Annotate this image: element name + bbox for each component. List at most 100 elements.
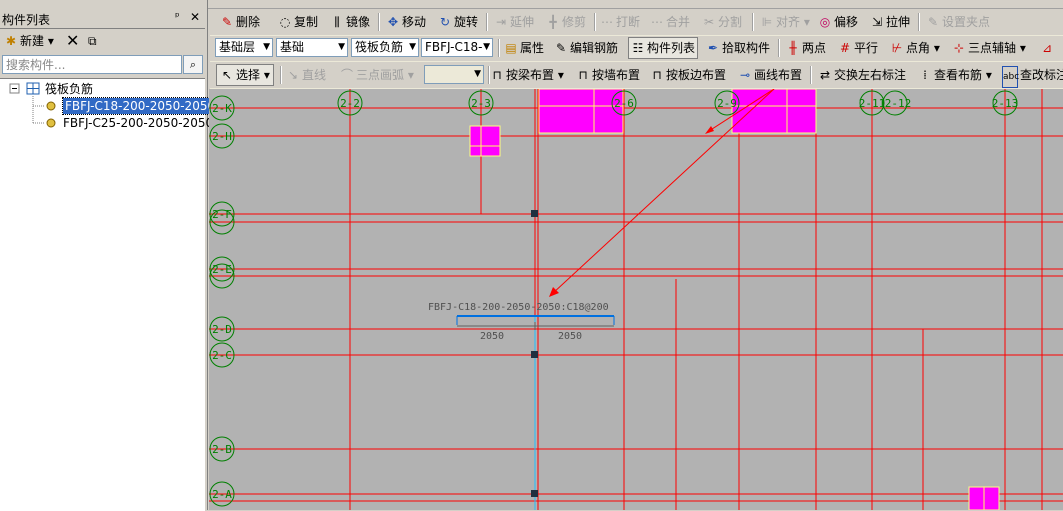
component-tree: 筏板负筋 FBFJ-C18-200-2050-2050 FBFJ-C25-200… xyxy=(0,78,219,511)
category-select[interactable]: 筏板负筋 ▼ xyxy=(351,38,419,57)
arc-option-select[interactable]: ▼ xyxy=(424,65,484,84)
parallel-icon: # xyxy=(839,41,851,55)
break-button[interactable]: ⋯ 打断 xyxy=(600,12,640,32)
two-points-button[interactable]: ╫ 两点 xyxy=(786,38,826,58)
column xyxy=(538,89,624,134)
pick-component-button[interactable]: ✒ 拾取构件 xyxy=(706,38,770,58)
move-icon: ✥ xyxy=(387,15,399,29)
columns xyxy=(469,89,1000,510)
axis-label-left: 2-H xyxy=(212,130,232,143)
axis-label-left: 2-F xyxy=(212,208,232,221)
slab-edge-icon: ⊓ xyxy=(652,68,662,82)
view-layout-icon: ⁞ xyxy=(923,68,927,82)
rebar-label: FBFJ-C18-200-2050-2050:C18@200 xyxy=(428,302,609,313)
component-select[interactable]: FBFJ-C18- ▼ xyxy=(421,38,493,57)
copy-icon: ◌ xyxy=(279,15,291,29)
line-layout-icon: ⊸ xyxy=(739,68,751,82)
component-list-panel: 构件列表 ᵖ ✕ ✱ 新建 ▾ ✕ ⧉ 搜索构件... ⌕ 筏板负筋 FBFJ-C… xyxy=(0,0,219,511)
properties-icon: ▤ xyxy=(505,41,517,55)
search-input[interactable]: 搜索构件... xyxy=(2,55,182,74)
stretch-button[interactable]: ⇲ 拉伸 xyxy=(870,12,910,32)
chevron-down-icon: ▼ xyxy=(474,69,481,79)
axis-label-left: 2-D xyxy=(212,323,232,336)
axis-label-top: 2-2 xyxy=(340,97,360,110)
grip-point xyxy=(531,351,538,358)
pin-icon[interactable]: ᵖ xyxy=(175,10,180,23)
move-button[interactable]: ✥ 移动 xyxy=(386,12,426,32)
trim-icon: ╋ xyxy=(549,15,557,29)
component-list-button[interactable]: ☷ 构件列表 xyxy=(628,37,699,59)
align-icon: ⊫ xyxy=(761,15,773,29)
axis-label-top: 2-12 xyxy=(885,97,912,110)
arc-button[interactable]: ⌒ 三点画弧 ▾ xyxy=(340,65,414,85)
chevron-down-icon: ▼ xyxy=(263,42,270,52)
rotate-button[interactable]: ↻ 旋转 xyxy=(438,12,478,32)
offset-icon: ◎ xyxy=(819,15,831,29)
more-axis-icon[interactable]: ⊿ xyxy=(1040,38,1056,58)
copy-icon[interactable]: ⧉ xyxy=(88,31,97,51)
delete-icon[interactable]: ✕ xyxy=(66,31,79,51)
axis-label-left: 2-C xyxy=(212,349,232,362)
change-label-button[interactable]: abc查改标注 xyxy=(1002,65,1063,88)
beam-layout-icon: ⊓ xyxy=(492,68,502,82)
new-button[interactable]: ✱ 新建 ▾ xyxy=(4,31,54,51)
swap-labels-button[interactable]: ⇄ 交换左右标注 xyxy=(818,65,906,85)
split-icon: ✂ xyxy=(703,15,715,29)
draw-toolbar: ↖ 选择 ▾ ↘ 直线 ⌒ 三点画弧 ▾ ▼ ⊓ 按梁布置 ▾ ⊓ 按墙布置 ⊓ 按板边布置… xyxy=(210,63,1063,89)
list-icon: ☷ xyxy=(632,41,644,55)
slab-edge-layout-button[interactable]: ⊓ 按板边布置 xyxy=(650,65,726,85)
align-button[interactable]: ⊫ 对齐 ▾ xyxy=(760,12,810,32)
three-point-axis-button[interactable]: ⊹ 三点辅轴 ▾ xyxy=(952,38,1026,58)
chevron-down-icon: ▼ xyxy=(483,42,490,52)
search-icon[interactable]: ⌕ xyxy=(183,55,203,74)
wall-layout-button[interactable]: ⊓ 按墙布置 xyxy=(576,65,640,85)
rebar-element: FBFJ-C18-200-2050-2050:C18@200 2050 2050 xyxy=(428,302,615,342)
dimension-right: 2050 xyxy=(558,331,582,342)
drawing-svg: 2-2 2-3 2-6 2-9 2-11 2-12 2-13 2-K 2-H 2… xyxy=(209,89,1063,510)
mirror-button[interactable]: ⫼ 镜像 xyxy=(330,12,370,32)
delete-button[interactable]: ✎ 删除 xyxy=(220,12,260,32)
two-points-icon: ╫ xyxy=(789,41,797,55)
abc-icon: abc xyxy=(1002,66,1019,88)
axis-bubbles xyxy=(209,90,1018,507)
axis-label-left: 2-B xyxy=(212,443,232,456)
axis-label-left: 2-A xyxy=(212,488,232,501)
type-select[interactable]: 基础 ▼ xyxy=(276,38,348,57)
parallel-button[interactable]: # 平行 xyxy=(838,38,878,58)
line-layout-button[interactable]: ⊸ 画线布置 xyxy=(738,65,802,85)
trim-button[interactable]: ╋ 修剪 xyxy=(546,12,586,32)
view-layout-button[interactable]: ⁞ 查看布筋 ▾ xyxy=(918,65,992,85)
select-button[interactable]: ↖ 选择 ▾ xyxy=(216,64,274,86)
set-grip-button[interactable]: ✎ 设置夹点 xyxy=(926,12,990,32)
stretch-icon: ⇲ xyxy=(871,15,883,29)
drawing-canvas[interactable]: 2-2 2-3 2-6 2-9 2-11 2-12 2-13 2-K 2-H 2… xyxy=(209,89,1063,510)
edit-rebar-icon: ✎ xyxy=(555,41,567,55)
merge-button[interactable]: ⋯ 合并 xyxy=(650,12,690,32)
tree-item-fbfj-c18[interactable]: FBFJ-C18-200-2050-2050 xyxy=(61,97,219,115)
axis-label-left: 2-E xyxy=(212,263,232,276)
axis-label-left: 2-K xyxy=(212,102,232,115)
grip-point xyxy=(531,210,538,217)
axis-label-top: 2-11 xyxy=(859,97,886,110)
close-icon[interactable]: ✕ xyxy=(190,10,200,24)
edit-rebar-button[interactable]: ✎ 编辑钢筋 xyxy=(554,38,618,58)
line-button[interactable]: ↘ 直线 xyxy=(286,65,326,85)
axis-label-top: 2-6 xyxy=(614,97,634,110)
copy-button[interactable]: ◌ 复制 xyxy=(278,12,318,32)
eraser-icon: ✎ xyxy=(221,15,233,29)
offset-button[interactable]: ◎ 偏移 xyxy=(818,12,858,32)
beam-layout-button[interactable]: ⊓ 按梁布置 ▾ xyxy=(490,65,564,85)
component-toolbar: 基础层 ▼ 基础 ▼ 筏板负筋 ▼ FBFJ-C18- ▼ ▤ 属性 ✎ 编辑钢筋 ☷ 构件列… xyxy=(210,36,1063,62)
tree-item-fbfj-c25[interactable]: FBFJ-C25-200-2050-2050 xyxy=(63,115,213,131)
line-icon: ↘ xyxy=(287,68,299,82)
split-button[interactable]: ✂ 分割 xyxy=(702,12,742,32)
floor-select[interactable]: 基础层 ▼ xyxy=(215,38,273,57)
chevron-down-icon: ▼ xyxy=(338,42,345,52)
mirror-icon: ⫼ xyxy=(334,15,340,29)
arc-icon: ⌒ xyxy=(340,68,353,82)
tree-root-item[interactable]: 筏板负筋 xyxy=(45,81,93,97)
point-angle-button[interactable]: ⊬ 点角 ▾ xyxy=(890,38,940,58)
merge-icon: ⋯ xyxy=(651,15,663,29)
extend-button[interactable]: ⇥ 延伸 xyxy=(494,12,534,32)
properties-button[interactable]: ▤ 属性 xyxy=(504,38,544,58)
